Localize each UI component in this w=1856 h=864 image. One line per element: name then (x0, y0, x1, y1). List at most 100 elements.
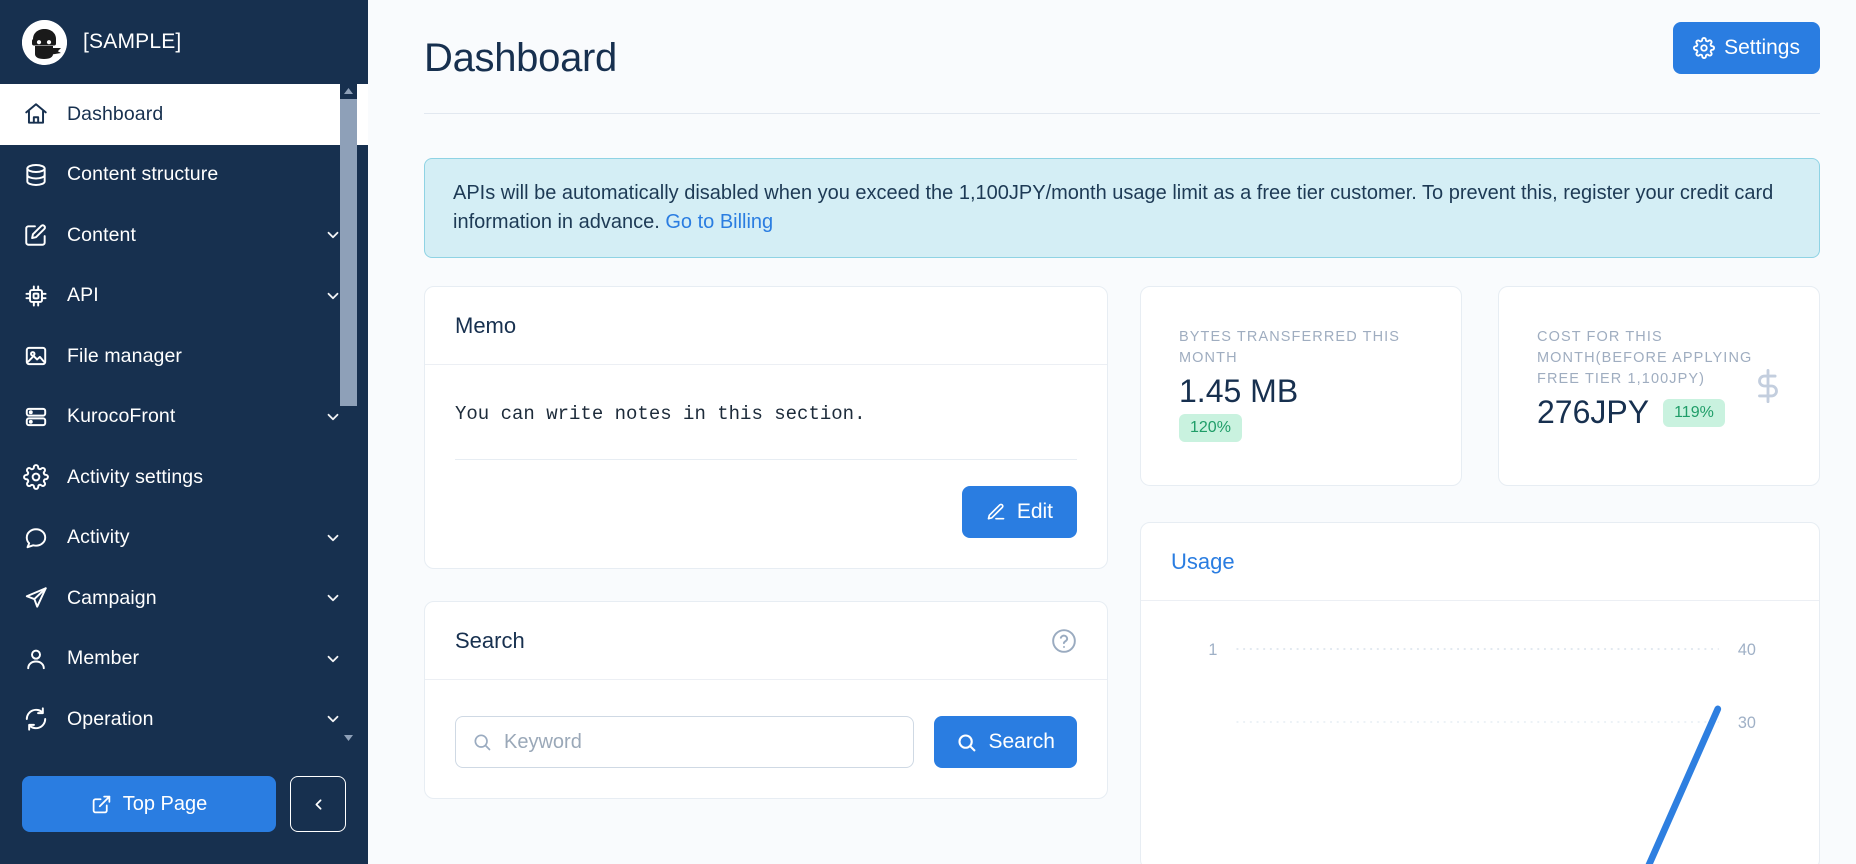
sidebar-item-campaign[interactable]: Campaign (0, 568, 368, 629)
database-icon (22, 161, 49, 188)
scrollbar-down-arrow-icon[interactable] (340, 731, 357, 744)
top-page-button[interactable]: Top Page (22, 776, 276, 832)
sidebar-item-label: Dashboard (67, 102, 164, 125)
gear-icon (22, 464, 49, 491)
stat-label: COST FOR THIS MONTH(BEFORE APPLYING FREE… (1537, 329, 1753, 388)
usage-title: Usage (1171, 548, 1235, 574)
scrollbar-up-arrow-icon[interactable] (340, 84, 357, 97)
app-root: [SAMPLE] Dashboard Content structure Conte… (0, 0, 1856, 864)
stat-badge-row: 120% (1179, 414, 1433, 443)
sidebar-item-label: KurocoFront (67, 405, 176, 428)
usage-card-header: Usage (1141, 523, 1819, 601)
sidebar-scrollbar[interactable] (340, 84, 357, 744)
right-axis-tick-40: 40 (1738, 640, 1756, 659)
usage-card: Usage 1 40 30 (1140, 522, 1820, 864)
header-divider (424, 113, 1820, 114)
sidebar-footer: Top Page (0, 744, 368, 864)
search-input[interactable] (504, 730, 898, 754)
stat-row: 1.45 MB (1179, 373, 1433, 410)
memo-actions: Edit (455, 460, 1077, 538)
settings-button[interactable]: Settings (1673, 22, 1820, 74)
sidebar-collapse-button[interactable] (290, 776, 346, 832)
scrollbar-track[interactable] (340, 97, 357, 731)
sidebar-item-label: Campaign (67, 586, 157, 609)
page-header: Dashboard Settings (424, 0, 1820, 81)
sidebar-nav: Dashboard Content structure Content API File… (0, 84, 368, 744)
stat-label: BYTES TRANSFERRED THIS MONTH (1179, 329, 1401, 367)
top-page-label: Top Page (122, 792, 208, 815)
billing-alert: APIs will be automatically disabled when… (424, 158, 1820, 258)
memo-edit-button[interactable]: Edit (961, 486, 1077, 538)
usage-line-series (1645, 705, 1722, 864)
search-title: Search (455, 627, 525, 653)
alert-text: APIs will be automatically disabled when… (453, 182, 1774, 233)
sidebar-item-label: API (67, 284, 99, 307)
right-column: BYTES TRANSFERRED THIS MONTH 1.45 MB 120… (1140, 286, 1820, 864)
person-icon (22, 645, 49, 672)
home-icon (22, 101, 49, 128)
scrollbar-thumb[interactable] (340, 99, 357, 406)
external-link-icon (91, 794, 112, 815)
refresh-icon (22, 706, 49, 733)
search-button-label: Search (988, 730, 1055, 753)
sidebar-item-label: Activity (67, 526, 130, 549)
status-badge: 119% (1663, 398, 1725, 427)
memo-body-text: You can write notes in this section. (455, 395, 1077, 460)
sidebar-item-api[interactable]: API (0, 266, 368, 327)
sidebar-brand[interactable]: [SAMPLE] (0, 0, 368, 84)
gear-icon (1693, 37, 1716, 59)
pencil-icon (986, 502, 1006, 522)
search-card-body: Search (425, 680, 1107, 798)
right-axis-tick-30: 30 (1738, 713, 1756, 732)
sidebar-item-content[interactable]: Content (0, 205, 368, 266)
sidebar-item-activity[interactable]: Activity (0, 508, 368, 569)
ninja-logo-icon (22, 19, 67, 65)
stat-cards: BYTES TRANSFERRED THIS MONTH 1.45 MB 120… (1140, 286, 1820, 486)
sidebar-item-label: Content structure (67, 163, 219, 186)
main-content: Dashboard Settings APIs will be automati… (368, 0, 1856, 864)
sidebar-item-file-manager[interactable]: File manager (0, 326, 368, 387)
search-card: Search Keyword Search (424, 601, 1108, 799)
sidebar-item-label: Member (67, 647, 140, 670)
usage-chart: 1 40 30 (1141, 601, 1819, 864)
go-to-billing-link[interactable]: Go to Billing (665, 211, 773, 233)
chat-bubble-icon (22, 524, 49, 551)
page-title: Dashboard (424, 36, 617, 80)
memo-title: Memo (455, 312, 517, 338)
search-button[interactable]: Search (934, 716, 1077, 768)
search-input-wrapper[interactable] (455, 716, 915, 768)
settings-label: Settings (1724, 36, 1800, 59)
brand-name: [SAMPLE] (83, 30, 182, 53)
search-icon (956, 732, 977, 753)
left-axis-tick: 1 (1208, 640, 1217, 659)
dollar-icon (1751, 369, 1785, 403)
sidebar-item-operation[interactable]: Operation (0, 689, 368, 744)
chip-icon (22, 282, 49, 309)
sidebar: [SAMPLE] Dashboard Content structure Conte… (0, 0, 368, 864)
sidebar-item-label: Operation (67, 707, 154, 730)
stat-card-bytes: BYTES TRANSFERRED THIS MONTH 1.45 MB 120… (1140, 286, 1462, 486)
edit-square-icon (22, 222, 49, 249)
stat-value: 1.45 MB (1179, 373, 1299, 410)
sidebar-item-label: File manager (67, 344, 183, 367)
server-icon (22, 403, 49, 430)
sidebar-item-kurocofront[interactable]: KurocoFront (0, 387, 368, 448)
stat-value: 276JPY (1537, 394, 1650, 431)
memo-card-body: You can write notes in this section. Edi… (425, 365, 1107, 568)
memo-edit-label: Edit (1016, 500, 1053, 523)
usage-chart-svg: 1 40 30 (1208, 640, 1756, 864)
sidebar-item-member[interactable]: Member (0, 629, 368, 690)
sidebar-item-dashboard[interactable]: Dashboard (0, 84, 368, 145)
question-circle-icon[interactable] (1051, 628, 1077, 654)
left-column: Memo You can write notes in this section… (424, 286, 1108, 799)
sidebar-item-label: Activity settings (67, 465, 204, 488)
search-icon (472, 732, 492, 752)
sidebar-scroll-area: Dashboard Content structure Content API File… (0, 84, 368, 744)
search-row: Search (455, 710, 1077, 768)
sidebar-item-content-structure[interactable]: Content structure (0, 145, 368, 206)
memo-card-header: Memo (425, 287, 1107, 365)
search-card-header: Search (425, 602, 1107, 680)
sidebar-item-activity-settings[interactable]: Activity settings (0, 447, 368, 508)
sidebar-item-label: Content (67, 223, 136, 246)
image-icon (22, 343, 49, 370)
